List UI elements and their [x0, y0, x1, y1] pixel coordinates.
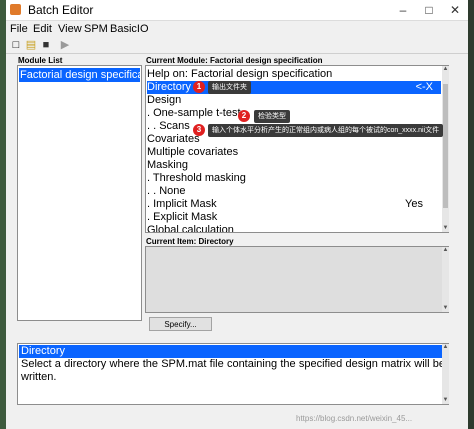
menu-file[interactable]: File	[10, 23, 28, 35]
tree-row-help[interactable]: Help on: Factorial design specification	[147, 68, 431, 81]
module-list-label: Module List	[18, 56, 63, 65]
tree-row-value: <-X	[415, 81, 433, 93]
scroll-up-icon[interactable]: ▲	[442, 66, 449, 73]
watermark: https://blog.csdn.net/weixin_45...	[296, 414, 413, 423]
tree-row-design[interactable]: Design	[147, 94, 431, 107]
tree-row-threshold-masking[interactable]: . Threshold masking	[147, 172, 431, 185]
scroll-down-icon[interactable]: ▼	[442, 225, 449, 232]
tree-row-label: Global calculation	[147, 224, 234, 233]
current-item-label: Current Item: Directory	[146, 237, 234, 246]
help-title: Directory	[19, 345, 449, 358]
tree-row-label: Multiple covariates	[147, 146, 239, 158]
help-text: Select a directory where the SPM.mat fil…	[21, 358, 445, 383]
help-scrollbar[interactable]: ▲ ▼	[442, 344, 449, 404]
tree-row-label: Covariates	[147, 133, 200, 145]
current-item-panel	[145, 246, 449, 313]
tree-row-implicit-mask[interactable]: . Implicit Mask Yes	[147, 198, 431, 211]
menu-edit[interactable]: Edit	[33, 23, 52, 35]
annotation-badge-1: 1	[193, 81, 205, 93]
current-item-scrollbar[interactable]: ▲ ▼	[442, 247, 449, 312]
annotation-badge-3: 3	[193, 124, 205, 136]
open-folder-icon[interactable]: ▤	[24, 38, 38, 52]
current-module-label: Current Module: Factorial design specifi…	[146, 56, 323, 65]
tree-row-value: Yes	[405, 198, 423, 210]
maximize-icon[interactable]: □	[416, 0, 442, 20]
tree-row-label: Help on: Factorial design specification	[147, 68, 333, 80]
matlab-app-icon	[10, 4, 21, 15]
scroll-down-icon[interactable]: ▼	[442, 397, 449, 404]
menu-spm[interactable]: SPM	[84, 23, 108, 35]
menu-bar: File Edit View SPM BasicIO	[6, 21, 468, 37]
toolbar: □ ▤ ■ ▶	[6, 37, 468, 54]
tree-row-directory[interactable]: Directory <-X	[147, 81, 441, 94]
scrollbar-thumb[interactable]	[443, 84, 448, 208]
annotation-scans-input: 输入个体水平分析产生的正常组内或病人组的每个被试的con_xxxx.nii文件	[208, 124, 444, 137]
title-bar: Batch Editor – □ ✕	[6, 0, 468, 21]
help-panel: Directory Select a directory where the S…	[17, 343, 449, 405]
scroll-down-icon[interactable]: ▼	[442, 305, 449, 312]
tree-row-label: Design	[147, 94, 182, 106]
tree-row-multiple-covariates[interactable]: Multiple covariates	[147, 146, 431, 159]
tree-row-label: . Threshold masking	[147, 172, 246, 184]
tree-row-global-calculation[interactable]: Global calculation	[147, 224, 431, 233]
module-list: Factorial design specification	[17, 65, 142, 321]
menu-basicio[interactable]: BasicIO	[110, 23, 149, 35]
new-file-icon[interactable]: □	[9, 38, 23, 52]
tree-row-label: . Explicit Mask	[147, 211, 218, 223]
scroll-up-icon[interactable]: ▲	[442, 247, 449, 254]
tree-row-label: . Implicit Mask	[147, 198, 217, 210]
menu-view[interactable]: View	[58, 23, 82, 35]
tree-row-label: . . Scans	[147, 120, 190, 132]
tree-row-label: . One-sample t-test	[147, 107, 241, 119]
module-list-item[interactable]: Factorial design specification	[19, 68, 140, 82]
window-title: Batch Editor	[28, 3, 94, 17]
desktop-edge-right	[468, 0, 474, 429]
tree-row-label: Masking	[147, 159, 188, 171]
tree-row-none[interactable]: . . None	[147, 185, 431, 198]
tree-row-label: . . None	[147, 185, 186, 197]
annotation-output-folder: 输出文件夹	[208, 81, 251, 94]
tree-row-masking[interactable]: Masking	[147, 159, 431, 172]
current-module-panel: Help on: Factorial design specification …	[145, 65, 449, 233]
specify-button[interactable]: Specify...	[149, 317, 212, 331]
tree-row-label: Directory	[147, 81, 192, 93]
run-icon[interactable]: ▶	[58, 38, 72, 52]
batch-editor-window: Batch Editor – □ ✕ File Edit View SPM Ba…	[6, 0, 468, 429]
close-icon[interactable]: ✕	[442, 0, 468, 20]
tree-row-explicit-mask[interactable]: . Explicit Mask	[147, 211, 431, 224]
annotation-test-type: 检验类型	[254, 110, 290, 123]
save-icon[interactable]: ■	[39, 38, 53, 52]
annotation-badge-2: 2	[238, 110, 250, 122]
minimize-icon[interactable]: –	[390, 0, 416, 20]
module-scrollbar[interactable]: ▲ ▼	[442, 66, 449, 232]
scroll-up-icon[interactable]: ▲	[442, 344, 449, 351]
